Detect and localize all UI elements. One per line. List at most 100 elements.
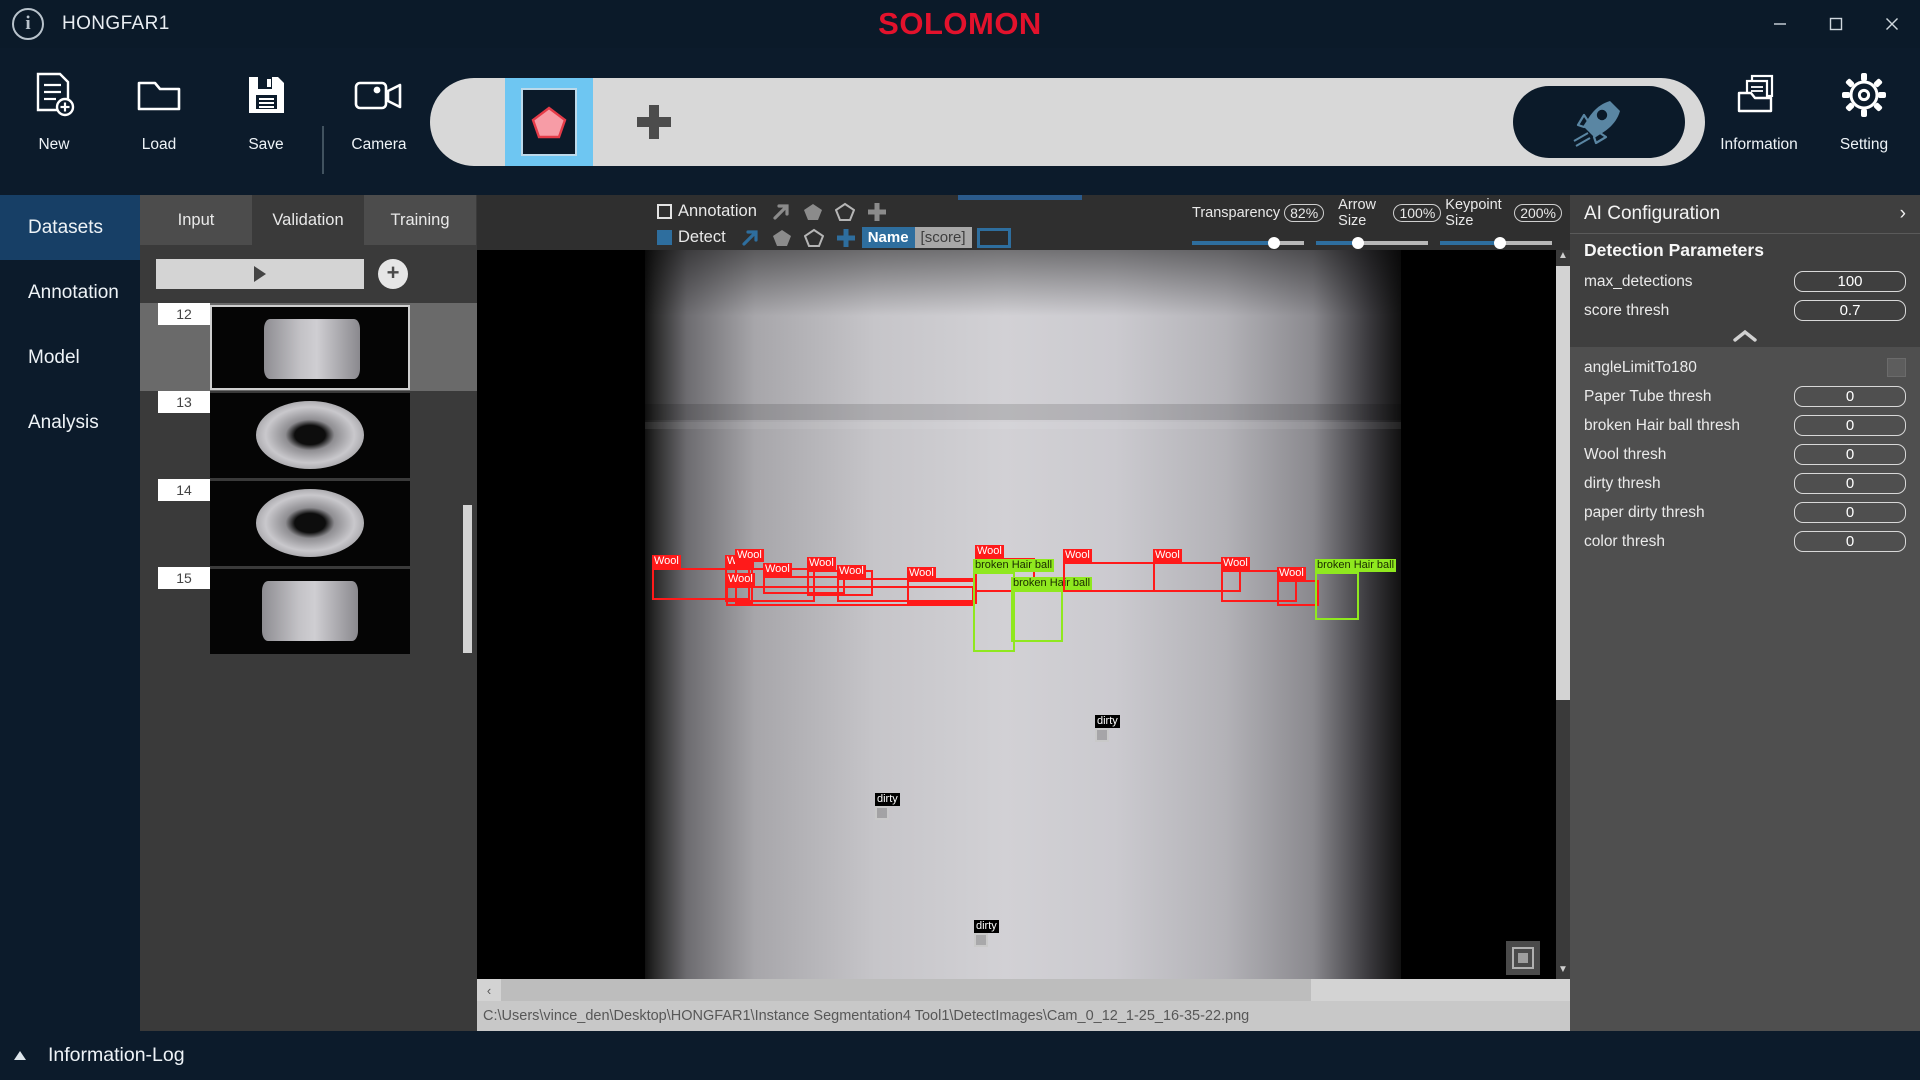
panel-header: AI Configuration › — [1570, 195, 1920, 233]
annotation-checkbox[interactable] — [657, 204, 672, 219]
ribbon-toolbar: New Load Save Camera Information Setting — [0, 48, 1920, 195]
viewer-vertical-scrollbar[interactable]: ▲ ▼ — [1556, 250, 1570, 980]
fit-to-view-button[interactable] — [1506, 941, 1540, 975]
param-label: broken Hair ball thresh — [1584, 416, 1740, 434]
param-value-input[interactable]: 0 — [1794, 531, 1906, 552]
polygon-outline-icon[interactable] — [834, 202, 855, 222]
param-value-input[interactable]: 0 — [1794, 502, 1906, 523]
camera-icon — [327, 62, 431, 128]
close-button[interactable] — [1864, 0, 1920, 48]
setting-button[interactable]: Setting — [1812, 62, 1916, 154]
information-log-label: Information-Log — [48, 1044, 185, 1066]
information-log-bar[interactable]: Information-Log — [0, 1031, 1920, 1080]
detect-checkbox[interactable] — [657, 230, 672, 245]
play-button[interactable] — [156, 259, 364, 289]
tool-strip — [430, 78, 1705, 166]
ribbon-divider — [322, 126, 324, 174]
param-value-input[interactable]: 0 — [1794, 386, 1906, 407]
title-bar: i HONGFAR1 SOLOMON — [0, 0, 1920, 48]
param-value-input[interactable]: 0 — [1794, 415, 1906, 436]
plus-icon[interactable] — [836, 228, 856, 248]
detection-label: broken Hair ball — [973, 559, 1055, 572]
minimize-button[interactable] — [1752, 0, 1808, 48]
list-item[interactable]: 15 — [140, 567, 477, 655]
pentagon-tool-chip[interactable] — [505, 78, 593, 166]
arrow-icon[interactable] — [740, 228, 760, 248]
load-label: Load — [141, 136, 177, 153]
detection-label: dirty — [875, 793, 900, 806]
add-tool-button[interactable] — [637, 105, 671, 139]
param-value-input[interactable]: 0.7 — [1794, 300, 1906, 321]
detection-box — [1011, 590, 1063, 642]
save-button[interactable]: Save — [214, 62, 318, 154]
camera-button[interactable]: Camera — [327, 62, 431, 154]
sidebar-item-datasets[interactable]: Datasets — [0, 195, 140, 260]
sidebar-item-label: Analysis — [28, 411, 99, 433]
detection-label: Wool — [1153, 549, 1182, 562]
sidebar-item-analysis[interactable]: Analysis — [0, 390, 140, 455]
sidebar: Datasets Annotation Model Analysis — [0, 195, 140, 1031]
color-swatch[interactable] — [976, 227, 1011, 248]
list-item[interactable]: 12 — [140, 303, 477, 391]
arrow-icon[interactable] — [771, 202, 791, 222]
detect-row: Detect Name [score] — [657, 225, 1011, 250]
tab-input[interactable]: Input — [140, 195, 252, 245]
detection-label: Wool — [975, 545, 1004, 558]
list-item[interactable]: 13 — [140, 391, 477, 479]
sidebar-item-annotation[interactable]: Annotation — [0, 260, 140, 325]
polygon-outline-icon[interactable] — [803, 228, 824, 248]
play-icon — [254, 266, 266, 282]
list-item[interactable]: 14 — [140, 479, 477, 567]
polygon-filled-icon[interactable] — [772, 228, 792, 248]
param-value-input[interactable]: 100 — [1794, 271, 1906, 292]
sidebar-item-label: Model — [28, 346, 80, 368]
dataset-toolbar: + — [140, 245, 477, 303]
annotation-label: Annotation — [678, 202, 757, 220]
detection-canvas[interactable]: WoolWoolWoolWoolWoolWoolWoolWoolWoolbrok… — [477, 250, 1570, 980]
thumbnail-list: 12 13 14 15 — [140, 303, 477, 655]
plus-icon[interactable] — [867, 202, 887, 222]
polygon-filled-icon[interactable] — [803, 202, 823, 222]
detection-box — [1095, 728, 1109, 742]
load-button[interactable]: Load — [107, 62, 211, 154]
param-value-input[interactable]: 0 — [1794, 473, 1906, 494]
arrow-size-slider[interactable] — [1316, 236, 1428, 250]
new-button[interactable]: New — [2, 62, 106, 154]
active-tab-indicator — [958, 195, 1082, 200]
expand-up-icon[interactable] — [14, 1051, 26, 1060]
dataset-panel: Input Validation Training + 12 13 14 15 — [140, 195, 477, 1031]
collapse-caret-button[interactable] — [1570, 325, 1920, 347]
tab-validation[interactable]: Validation — [252, 195, 364, 245]
file-path-bar: C:\Users\vince_den\Desktop\HONGFAR1\Inst… — [477, 1001, 1570, 1031]
floppy-disk-icon — [214, 62, 318, 128]
annotation-toolbar: Annotation Detect Name [score] Transpare… — [477, 195, 1570, 250]
param-label: dirty thresh — [1584, 474, 1661, 492]
thumbnail-number: 13 — [158, 391, 210, 413]
chevron-right-icon[interactable]: › — [1900, 203, 1906, 225]
viewer-horizontal-scrollbar[interactable]: ‹ — [477, 979, 1570, 1001]
angle-limit-checkbox[interactable] — [1887, 358, 1906, 377]
dataset-scrollbar[interactable] — [463, 505, 472, 653]
param-row-paper-tube-thresh: Paper Tube thresh 0 — [1570, 382, 1920, 411]
panel-title: AI Configuration — [1584, 203, 1721, 224]
add-dataset-button[interactable]: + — [378, 259, 408, 289]
information-button[interactable]: Information — [1707, 62, 1811, 154]
tab-training[interactable]: Training — [364, 195, 476, 245]
score-tag[interactable]: [score] — [914, 227, 972, 248]
scrollbar-thumb[interactable] — [501, 979, 1311, 1001]
detection-label: Wool — [652, 555, 681, 568]
scroll-left-arrow[interactable]: ‹ — [477, 983, 501, 998]
param-value-input[interactable]: 0 — [1794, 444, 1906, 465]
scrollbar-thumb[interactable] — [1556, 266, 1570, 700]
keypoint-size-slider[interactable] — [1440, 236, 1552, 250]
name-tag[interactable]: Name — [861, 227, 915, 248]
run-detection-button[interactable] — [1513, 86, 1685, 158]
param-label: paper dirty thresh — [1584, 503, 1705, 521]
sidebar-item-model[interactable]: Model — [0, 325, 140, 390]
maximize-button[interactable] — [1808, 0, 1864, 48]
scroll-down-arrow[interactable]: ▼ — [1556, 964, 1570, 980]
scroll-up-arrow[interactable]: ▲ — [1556, 250, 1570, 266]
thumbnail-number: 14 — [158, 479, 210, 501]
transparency-slider[interactable] — [1192, 236, 1304, 250]
detection-label: Wool — [1277, 567, 1306, 580]
